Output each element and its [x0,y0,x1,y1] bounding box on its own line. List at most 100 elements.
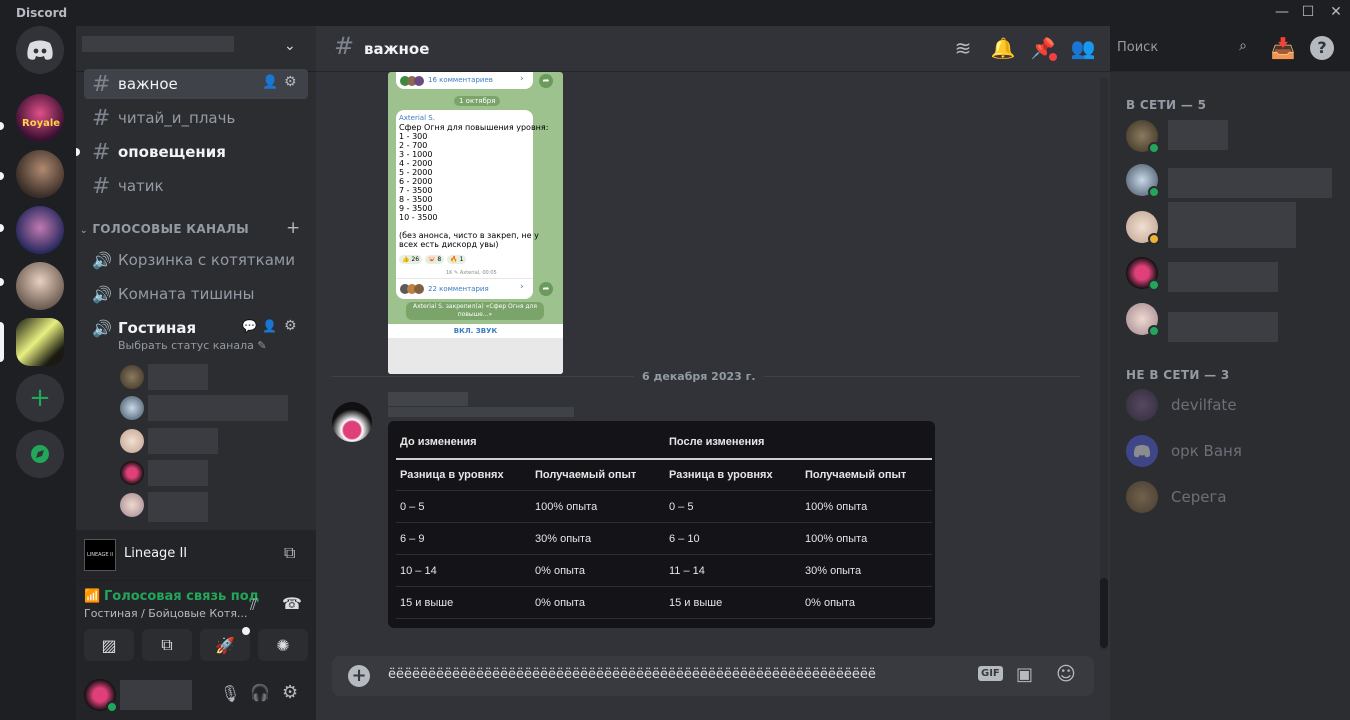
server-2[interactable] [16,150,64,198]
screen-share-icon: ⧉ [161,635,173,654]
add-member-icon[interactable]: 👤 [262,319,277,333]
search-input[interactable]: Поиск ⌕ [1111,36,1253,60]
member-name-redacted[interactable] [1168,168,1332,198]
gif-button[interactable]: GIF [978,666,1003,681]
member-list: В СЕТИ — 5 НЕ В СЕТИ — 3 devilfate орк В… [1110,72,1350,720]
scrollbar-thumb[interactable] [1100,578,1108,648]
voice-channel-label: Комната тишины [118,285,255,303]
member-name-redacted[interactable] [1168,312,1278,342]
tg-unmute-button: ВКЛ. ЗВУК [453,327,498,335]
server-royale[interactable]: Royale [16,94,64,142]
voice-user-avatar[interactable] [120,493,144,517]
xp-table-attachment[interactable]: До изменения После изменения Разница в у… [388,421,935,628]
voice-connection-panel: 📶 Голосовая связь под Гостиная / Бойцовы… [76,580,316,670]
channel-chatik[interactable]: # чатик [84,171,308,201]
disconnect-icon[interactable]: ☎ [282,594,302,613]
discord-logo-icon [1133,444,1151,458]
date-divider: 6 декабря 2023 г. [634,370,764,383]
voice-status-button[interactable]: Выбрать статус канала ✎ [118,339,267,352]
emoji-icon[interactable]: ☺ [1056,663,1076,685]
chat-icon[interactable]: 💬 [242,319,257,333]
voice-user-name-redacted [148,395,288,421]
headphones-icon[interactable]: 🎧 [250,683,270,702]
voice-channel-label: Корзинка с котятками [118,251,295,269]
channel-chitai[interactable]: # читай_и_плачь [84,103,308,133]
add-member-icon[interactable]: 👤 [262,75,278,90]
attach-plus-icon[interactable]: + [348,665,370,687]
channel-label: чатик [118,177,164,195]
active-pill [0,322,4,362]
server-header[interactable]: ⌄ [76,26,316,72]
channel-vazhnoe[interactable]: # важное 👤 ⚙ [84,69,308,99]
voice-channel-korzinka[interactable]: 🔊 Корзинка с котятками [84,245,308,275]
member-avatar[interactable] [1126,435,1158,467]
help-icon[interactable]: ? [1310,36,1334,60]
gear-icon[interactable]: ⚙ [282,682,298,703]
gear-icon[interactable]: ⚙ [284,318,297,334]
author-name-redacted[interactable] [388,392,468,406]
unread-pill [0,224,4,232]
close-button[interactable]: ✕ [1326,4,1346,20]
tg-message-bubble: Axterial S. Сфер Огня для повышения уров… [396,110,548,299]
activity-panel: LINEAGE II Lineage II ⧉ [76,530,316,580]
chevron-down-icon: ⌄ [284,38,296,54]
tg-chevron-icon: › [520,282,524,292]
tg-share-icon: ➦ [539,74,553,88]
member-name[interactable]: devilfate [1171,396,1237,414]
game-name: Lineage II [124,546,188,561]
user-panel: 🎙 🎧 ⚙ [76,670,316,720]
explore-servers-button[interactable] [16,430,64,478]
camera-button[interactable]: ▨ [84,629,134,661]
minimize-button[interactable]: — [1272,4,1292,20]
server-3[interactable] [16,206,64,254]
telegram-screenshot-attachment[interactable]: 16 комментариев › ➦ 1 октября Axterial S… [388,72,563,374]
maximize-button[interactable]: ☐ [1298,4,1318,20]
table-header-rule [396,458,932,460]
member-name-redacted[interactable] [1168,120,1228,150]
sticker-icon[interactable]: ▣ [1016,664,1033,685]
table-cell: 100% опыта [805,501,868,513]
screen-share-icon[interactable]: ⧉ [284,543,295,563]
member-avatar[interactable] [1126,389,1158,421]
tg-comments-label: 22 комментария [428,285,489,293]
author-avatar[interactable] [332,402,372,442]
online-status-dot [1148,142,1160,154]
voice-user-avatar[interactable] [120,429,144,453]
table-cell: 30% опыта [805,565,862,577]
screen-share-button[interactable]: ⧉ [142,629,192,661]
add-channel-icon[interactable]: + [286,218,301,238]
bell-icon[interactable]: 🔔 [990,36,1016,60]
voice-user-avatar[interactable] [120,396,144,420]
unread-pill [0,172,4,180]
table-cell: 11 – 14 [669,565,705,577]
gear-icon[interactable]: ⚙ [284,74,297,90]
threads-icon[interactable]: ≋ [950,36,976,60]
voice-channel-tishina[interactable]: 🔊 Комната тишины [84,279,308,309]
idle-status-dot [1148,233,1160,245]
inbox-icon[interactable]: 📥 [1270,36,1296,60]
microphone-icon[interactable]: 🎙 [220,684,240,703]
channel-label: важное [118,75,178,93]
voice-location[interactable]: Гостиная / Бойцовые Котя... [84,607,247,620]
member-name[interactable]: орк Ваня [1171,442,1242,460]
rocket-icon: 🚀 [215,635,235,655]
voice-user-avatar[interactable] [120,365,144,389]
voice-status[interactable]: Голосовая связь под [104,589,259,604]
member-name-redacted[interactable] [1168,262,1278,292]
member-name[interactable]: Серега [1171,488,1227,506]
member-name-redacted[interactable] [1168,202,1296,248]
noise-suppression-icon[interactable]: ⫽ [250,595,257,615]
server-name-redacted [82,36,234,52]
voice-user-avatar[interactable] [120,461,144,485]
add-server-button[interactable]: + [16,374,64,422]
voice-category[interactable]: ⌄ ГОЛОСОВЫЕ КАНАЛЫ + [80,218,312,238]
server-4[interactable] [16,262,64,310]
member-avatar[interactable] [1126,481,1158,513]
message-input[interactable]: ёёёёёёёёёёёёёёёёёёёёёёёёёёёёёёёёёёёёёёёё… [388,667,961,682]
chat-scrollbar[interactable] [1100,78,1108,650]
discord-home-button[interactable] [16,26,64,74]
server-5-active[interactable] [16,318,64,366]
members-icon[interactable]: 👥 [1070,36,1096,60]
channel-opoveshcheniya[interactable]: # оповещения [84,137,308,167]
soundboard-button[interactable]: ✺ [258,629,308,661]
